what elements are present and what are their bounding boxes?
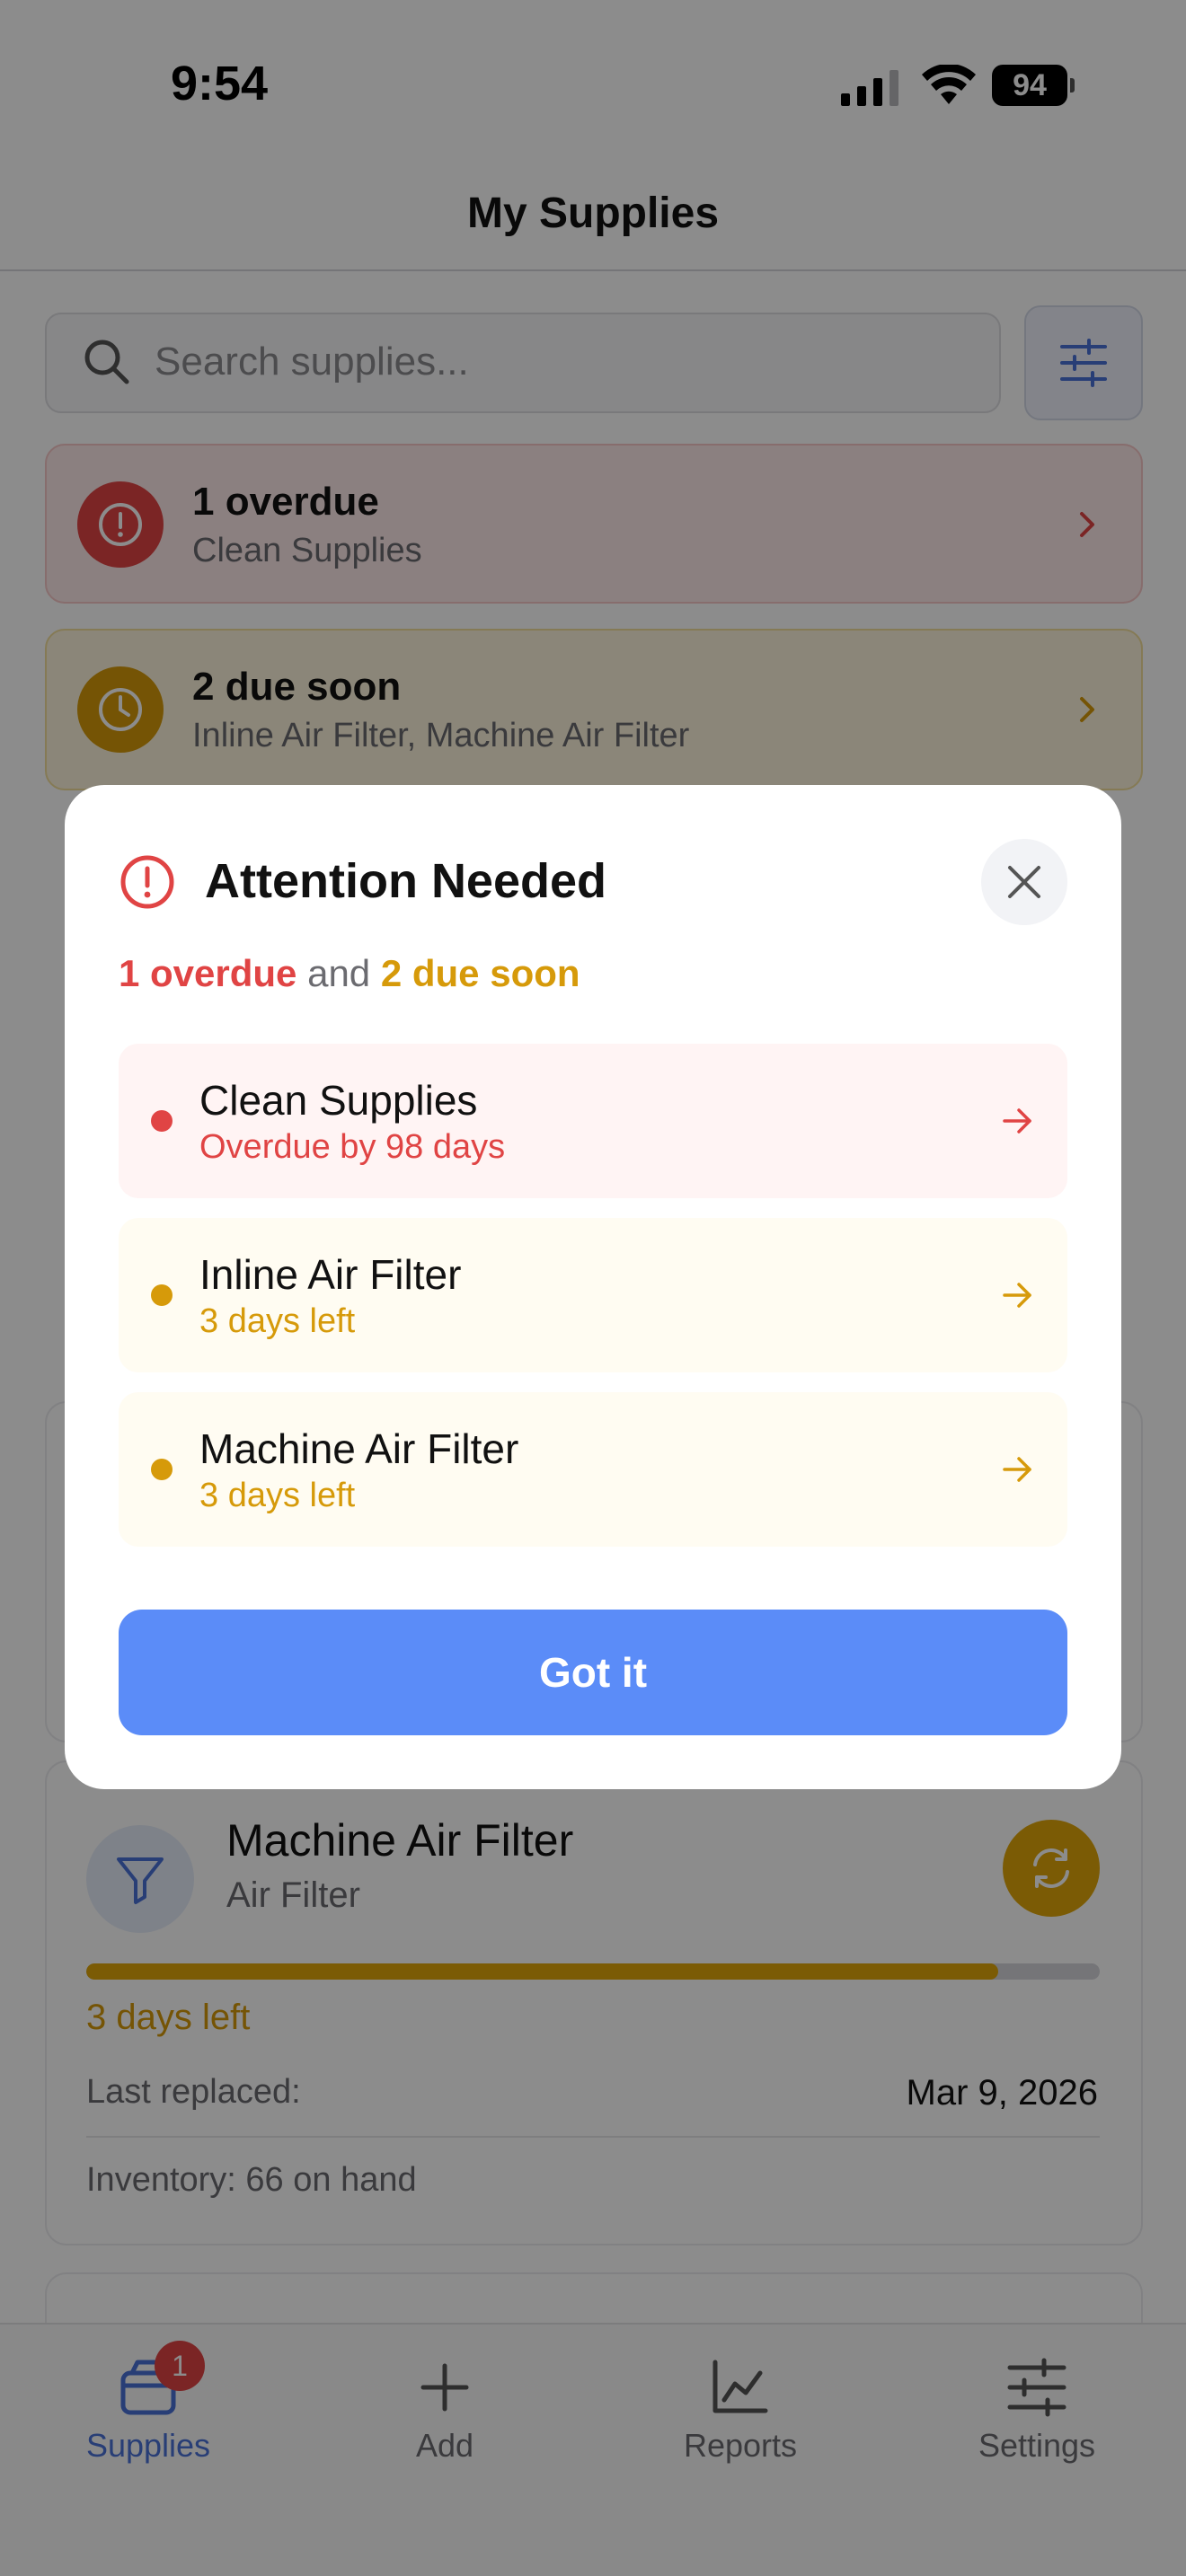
summary-and: and: [307, 952, 371, 994]
arrow-right-icon: [999, 1277, 1035, 1313]
attention-item-title: Machine Air Filter: [199, 1425, 519, 1472]
modal-summary: 1 overdue and 2 due soon: [119, 952, 580, 995]
close-icon: [1003, 860, 1046, 904]
attention-item-subtitle: 3 days left: [199, 1477, 356, 1514]
arrow-right-icon: [999, 1451, 1035, 1487]
modal-title: Attention Needed: [205, 854, 607, 908]
attention-item-subtitle: Overdue by 98 days: [199, 1128, 506, 1166]
summary-soon: 2 due soon: [380, 952, 580, 994]
arrow-right-icon: [999, 1103, 1035, 1139]
attention-item-subtitle: 3 days left: [199, 1302, 356, 1340]
attention-item-title: Clean Supplies: [199, 1077, 478, 1124]
status-dot: [151, 1459, 173, 1480]
summary-overdue: 1 overdue: [119, 952, 297, 994]
status-dot: [151, 1110, 173, 1132]
got-it-button[interactable]: Got it: [119, 1610, 1067, 1735]
status-dot: [151, 1284, 173, 1306]
attention-item-title: Inline Air Filter: [199, 1251, 462, 1298]
alert-circle-icon: [119, 853, 176, 911]
